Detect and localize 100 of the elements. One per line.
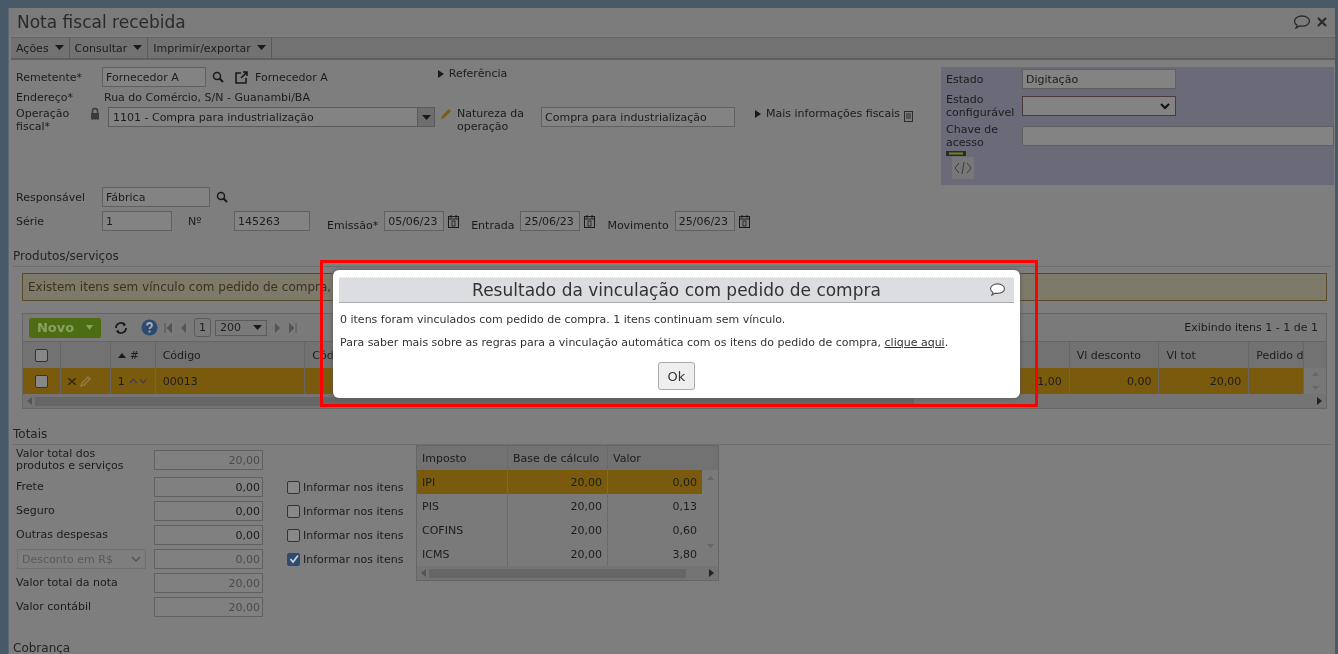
caret-icon (253, 325, 262, 330)
access-key-field[interactable] (1021, 126, 1334, 146)
sort-arrow-icon (117, 352, 126, 358)
number-field[interactable]: 145263 (234, 211, 310, 231)
new-button[interactable]: Novo (29, 317, 101, 338)
table-row[interactable]: IPI 20,00 0,00 (417, 470, 702, 494)
section-title: Produtos/serviços (13, 249, 119, 263)
select-all-checkbox[interactable] (34, 348, 48, 362)
vertical-scrollbar[interactable] (1304, 368, 1326, 394)
table-cell: 0,60 (672, 523, 697, 537)
state-field[interactable]: Digitação (1022, 69, 1176, 89)
page-size-select[interactable]: 200 (215, 319, 267, 336)
table-cell: 00013 (162, 374, 198, 388)
field-label: Chave de acesso (946, 123, 999, 149)
lock-icon (90, 107, 100, 120)
field-label: Emissão* (327, 218, 379, 232)
comment-icon[interactable] (989, 283, 1006, 296)
code-file-icon[interactable] (946, 151, 976, 179)
responsible-field[interactable]: Fábrica (102, 187, 210, 207)
amount-field[interactable]: 0,00 (154, 501, 263, 521)
address-text: Rua do Comércio, S/N - Guanambi/BA (104, 90, 310, 104)
refresh-icon[interactable] (113, 320, 129, 335)
field-label: Movimento (607, 218, 669, 232)
help-icon[interactable] (141, 319, 158, 336)
field-label: Valor total dos produtos e serviços (16, 448, 125, 472)
calendar-icon[interactable] (448, 214, 460, 228)
chevron-icon (1160, 102, 1170, 110)
checkbox[interactable] (287, 504, 300, 518)
column-header[interactable]: Código (162, 348, 201, 362)
column-header[interactable]: # (117, 348, 139, 362)
horizontal-scrollbar[interactable] (417, 566, 718, 580)
field-label: Nº (188, 214, 203, 228)
help-link[interactable]: clique aqui (884, 336, 945, 349)
date-field[interactable]: 25/06/23 (674, 211, 735, 231)
series-field[interactable]: 1 (102, 211, 172, 231)
table-cell: ICMS (422, 547, 450, 561)
field-label: Estado (946, 72, 985, 86)
column-header[interactable]: Base de cálculo (513, 451, 600, 465)
column-header[interactable]: Imposto (422, 451, 467, 465)
table-cell: PIS (422, 499, 439, 513)
table-cell: 0,00 (672, 475, 697, 489)
state-select[interactable] (1022, 96, 1176, 116)
checkbox-label: Informar nos itens (303, 480, 404, 494)
table-cell: COFINS (422, 523, 464, 537)
date-field[interactable]: 25/06/23 (520, 211, 581, 231)
menu-button[interactable]: Consultar (69, 38, 149, 58)
caret-icon (54, 45, 64, 51)
row-checkbox[interactable] (34, 374, 48, 388)
field-label: Remetente* (16, 70, 84, 84)
document-icon[interactable] (903, 111, 913, 122)
column-header[interactable]: Vl desconto (1076, 348, 1142, 362)
nature-field[interactable]: Compra para industrialização (541, 107, 735, 127)
checkbox-label: Informar nos itens (303, 504, 404, 518)
sender-link[interactable]: Fornecedor A (255, 70, 328, 84)
calendar-icon[interactable] (738, 214, 750, 228)
dialog-title: Resultado da vinculação com pedido de compra (472, 280, 881, 300)
external-link-icon[interactable] (234, 69, 249, 85)
search-icon[interactable] (216, 191, 228, 203)
reference-toggle[interactable]: Referência (437, 67, 508, 80)
ok-button[interactable]: Ok (658, 362, 695, 390)
chevron-icon (131, 556, 141, 562)
search-icon[interactable] (212, 71, 224, 83)
page-number[interactable]: 1 (194, 318, 211, 337)
checkbox[interactable] (287, 528, 300, 542)
field-label: Valor total da nota (16, 577, 119, 589)
close-icon[interactable] (1317, 16, 1327, 27)
operation-select[interactable]: 1101 - Compra para industrialização (108, 107, 435, 127)
amount-field[interactable]: 0,00 (154, 525, 263, 545)
caret-icon (421, 114, 431, 120)
checkbox-label: Informar nos itens (303, 528, 404, 542)
scroll-right-icon[interactable] (709, 569, 714, 577)
table-row[interactable]: PIS 20,00 0,13 (417, 494, 702, 518)
table-cell: 20,00 (570, 499, 602, 513)
dialog-message: 0 itens foram vinculados com pedido de compra. 1 itens continuam sem vínculo. (340, 313, 787, 326)
checkbox[interactable] (287, 480, 300, 494)
triangle-icon (755, 109, 761, 118)
table-cell: 1,00 (1037, 374, 1062, 388)
comment-icon[interactable] (1293, 14, 1311, 29)
field-label: Entrada (471, 218, 515, 232)
field-label: Responsável (16, 190, 87, 204)
menu-button[interactable]: Ações (11, 38, 70, 58)
date-field[interactable]: 05/06/23 (384, 211, 445, 231)
calendar-icon[interactable] (584, 214, 596, 228)
triangle-icon (437, 69, 444, 78)
scroll-right-icon[interactable] (1317, 397, 1322, 405)
section-title: Cobrança (13, 641, 71, 654)
table-row[interactable]: COFINS 20,00 0,60 (417, 518, 702, 542)
sender-field[interactable]: Fornecedor A (102, 67, 206, 87)
menu-button[interactable]: Imprimir/exportar (148, 38, 272, 58)
field-label: Frete (16, 481, 45, 493)
column-header[interactable]: Valor (613, 451, 641, 465)
table-cell: 20,00 (570, 523, 602, 537)
items-summary: Exibindo itens 1 - 1 de 1 (1184, 321, 1318, 334)
column-header[interactable]: Vl tot (1166, 348, 1196, 362)
window-title: Nota fiscal recebida (17, 11, 187, 32)
amount-field[interactable]: 0,00 (154, 477, 263, 497)
column-header[interactable]: Pedido d (1256, 348, 1304, 362)
field-label: Estado configurável (946, 93, 1016, 119)
table-cell: IPI (422, 475, 436, 489)
more-info-toggle[interactable]: Mais informações fiscais (755, 107, 900, 120)
